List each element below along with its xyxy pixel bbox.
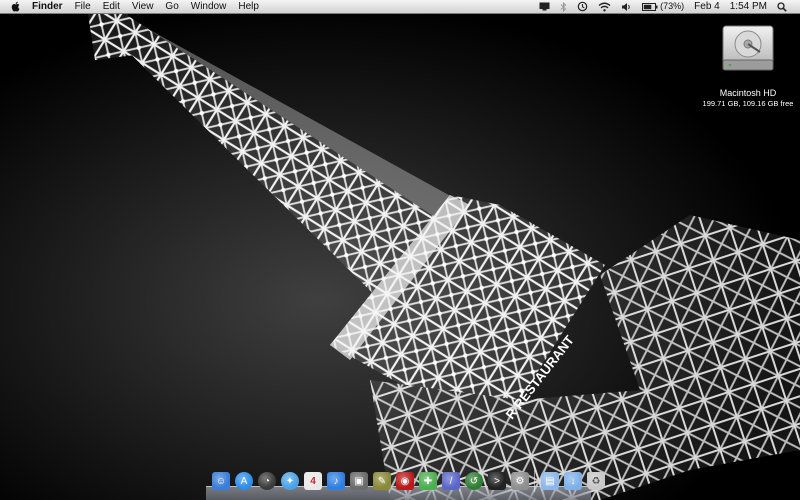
menu-view[interactable]: View	[126, 0, 160, 13]
display-menu-icon[interactable]	[534, 2, 555, 11]
time-machine-icon[interactable]: ↺	[465, 472, 483, 490]
volume-icon[interactable]	[616, 2, 637, 12]
desktop-wallpaper: R RESTAURANT	[0, 0, 800, 500]
hard-drive-icon	[722, 25, 774, 71]
macintosh-hd-desktop-icon[interactable]: Macintosh HD 199.71 GB, 109.16 GB free	[700, 20, 796, 108]
app-store-icon[interactable]: A	[235, 472, 253, 490]
apple-icon[interactable]	[10, 0, 22, 13]
photo-booth-icon[interactable]: ◉	[396, 472, 414, 490]
iphoto-glyph: ▣	[354, 475, 364, 487]
itunes-glyph: ♪	[333, 475, 339, 487]
time-machine-glyph: ↺	[469, 475, 479, 487]
downloads-folder-icon[interactable]: ↓	[564, 472, 582, 490]
terminal-icon[interactable]: >	[488, 472, 506, 490]
green-app-icon[interactable]: ✚	[419, 472, 437, 490]
drive-info: 199.71 GB, 109.16 GB free	[702, 99, 794, 108]
menubar-date[interactable]: Feb 4	[689, 0, 725, 13]
itunes-icon[interactable]: ♪	[327, 472, 345, 490]
iphoto-icon[interactable]: ▣	[350, 472, 368, 490]
downloads-folder-glyph: ↓	[570, 475, 576, 487]
wifi-icon[interactable]	[593, 2, 616, 12]
menu-window[interactable]: Window	[185, 0, 233, 13]
menu-app-name[interactable]: Finder	[26, 0, 69, 13]
documents-folder-icon[interactable]: ▤	[534, 470, 559, 492]
dock-items: ☺ A ◔ ✦ 4 ♪ ▣ ✎ ◉ ✚ / ↺ > ⚙ ▤ ↓ ♻	[212, 470, 610, 492]
dock-divider	[534, 470, 535, 492]
system-preferences-glyph: ⚙	[515, 475, 525, 487]
tool-glyph: ✎	[377, 475, 387, 487]
menubar-time[interactable]: 1:54 PM	[725, 0, 772, 13]
menu-edit[interactable]: Edit	[97, 0, 126, 13]
menu-go[interactable]: Go	[159, 0, 184, 13]
safari-icon[interactable]: ✦	[281, 472, 299, 490]
system-preferences-icon[interactable]: ⚙	[511, 472, 529, 490]
menu-help[interactable]: Help	[232, 0, 265, 13]
pen-app-glyph: /	[449, 475, 453, 487]
trash-glyph: ♻	[591, 475, 601, 487]
photo-booth-glyph: ◉	[400, 475, 410, 487]
tool-icon[interactable]: ✎	[373, 472, 391, 490]
battery-percent: (73%)	[660, 1, 685, 11]
menu-file[interactable]: File	[69, 0, 97, 13]
menu-bar: Finder File Edit View Go Window Help (73…	[0, 0, 800, 14]
green-app-glyph: ✚	[423, 475, 433, 487]
bluetooth-icon[interactable]	[555, 1, 572, 12]
dock: ☺ A ◔ ✦ 4 ♪ ▣ ✎ ◉ ✚ / ↺ > ⚙ ▤ ↓ ♻	[206, 470, 605, 500]
dashboard-glyph: ◔	[263, 475, 271, 487]
battery-icon	[642, 2, 658, 11]
dashboard-icon[interactable]: ◔	[258, 472, 276, 490]
drive-name: Macintosh HD	[719, 88, 777, 98]
finder-glyph: ☺	[215, 475, 227, 487]
ical-icon[interactable]: 4	[304, 472, 322, 490]
finder-icon[interactable]: ☺	[212, 472, 230, 490]
ical-glyph: 4	[310, 475, 316, 487]
terminal-glyph: >	[494, 475, 500, 487]
time-machine-status-icon[interactable]	[572, 1, 593, 12]
battery-status[interactable]: (73%)	[637, 0, 689, 13]
safari-glyph: ✦	[285, 475, 295, 487]
documents-folder-glyph: ▤	[545, 475, 555, 487]
spotlight-search-icon[interactable]	[772, 1, 792, 12]
app-store-glyph: A	[240, 475, 248, 487]
pen-app-icon[interactable]: /	[442, 472, 460, 490]
trash-icon[interactable]: ♻	[587, 472, 605, 490]
